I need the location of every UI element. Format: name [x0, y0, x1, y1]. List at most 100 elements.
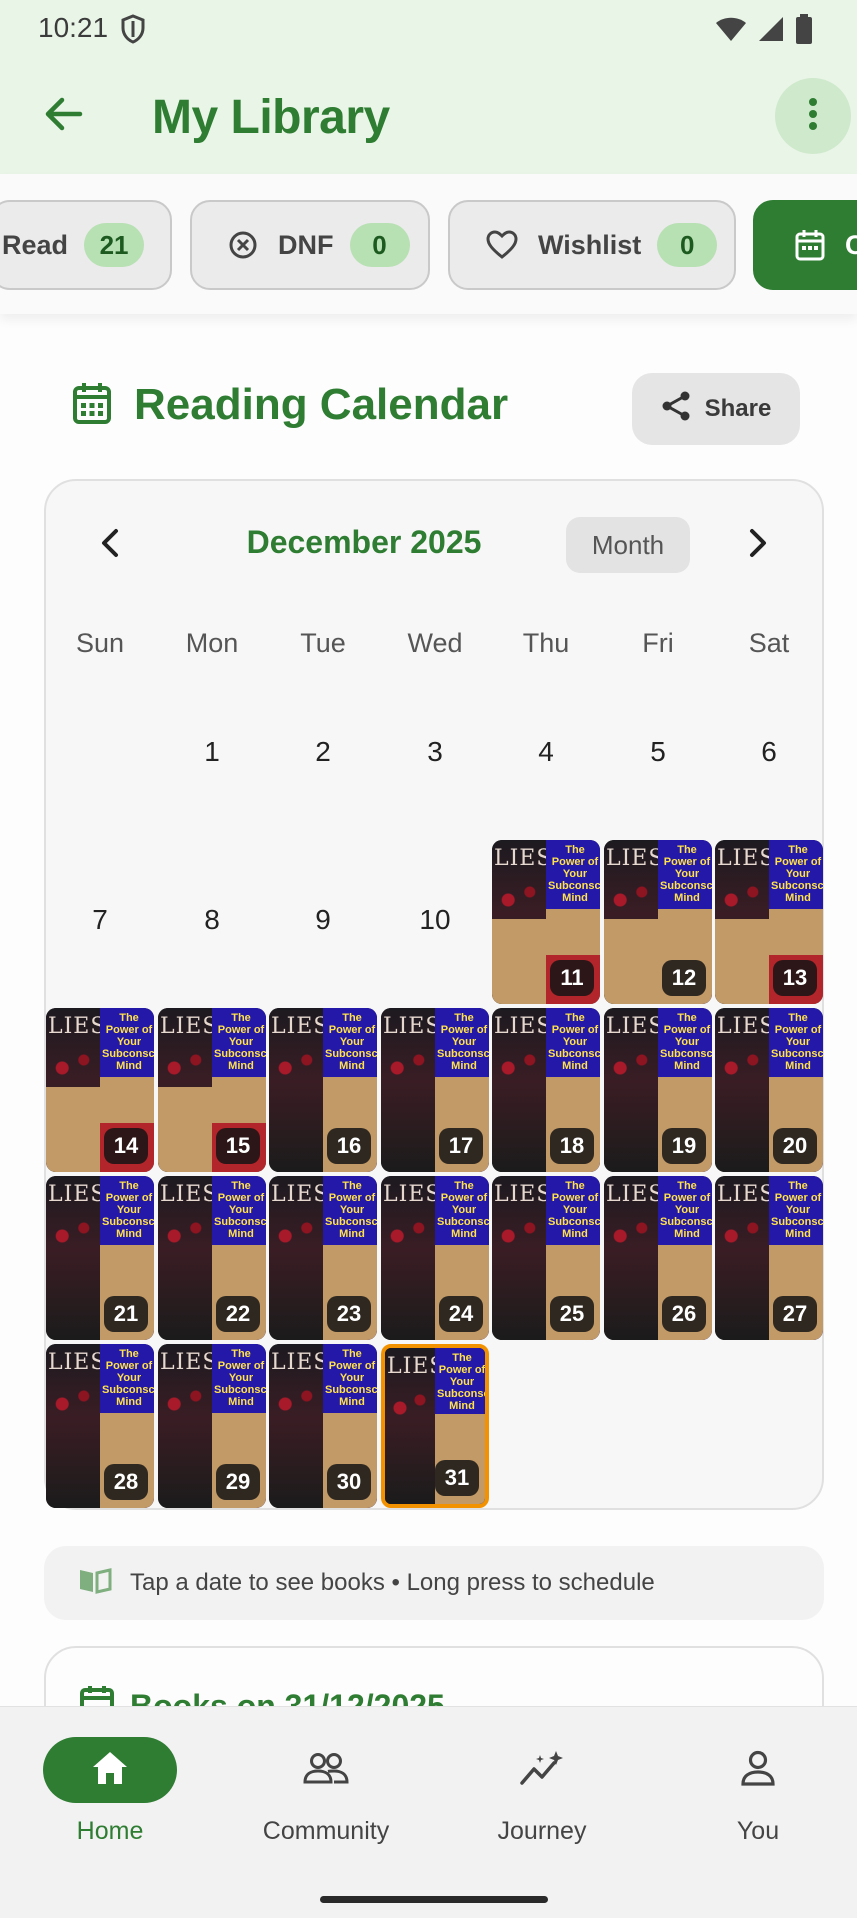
calendar-day-20[interactable]: LIESThe Power of Your Subconscious Mind 2… — [715, 1008, 823, 1172]
cover-title: The Power of Your Subconscious Mind — [437, 1352, 489, 1412]
cover-art — [269, 1384, 323, 1424]
calendar-day-27[interactable]: LIESThe Power of Your Subconscious Mind 2… — [715, 1176, 823, 1340]
day-number-badge: 16 — [327, 1128, 371, 1164]
calendar-day-5[interactable]: 5 — [604, 672, 712, 836]
calendar-day-31[interactable]: LIESThe Power of Your Subconscious Mind 3… — [381, 1344, 489, 1508]
nav-pill — [259, 1737, 393, 1803]
nav-pill — [43, 1737, 177, 1803]
home-icon — [90, 1749, 130, 1792]
next-month-button[interactable] — [738, 520, 778, 570]
wifi-icon — [715, 15, 747, 48]
calendar-day-19[interactable]: LIESThe Power of Your Subconscious Mind 1… — [604, 1008, 712, 1172]
calendar-day-24[interactable]: LIESThe Power of Your Subconscious Mind 2… — [381, 1176, 489, 1340]
cover-title: The Power of Your Subconscious Mind — [325, 1180, 377, 1240]
calendar-day-29[interactable]: LIESThe Power of Your Subconscious Mind 2… — [158, 1344, 266, 1508]
weekday-label: Mon — [185, 628, 239, 658]
calendar-day-6[interactable]: 6 — [715, 672, 823, 836]
day-number-badge: 26 — [662, 1296, 706, 1332]
back-button[interactable] — [38, 90, 90, 142]
person-icon — [739, 1749, 777, 1792]
calendar-day-26[interactable]: LIESThe Power of Your Subconscious Mind 2… — [604, 1176, 712, 1340]
share-button[interactable]: Share — [632, 373, 800, 445]
cover-title: LIES — [271, 1014, 330, 1039]
calendar-day-1[interactable]: 1 — [158, 672, 266, 836]
share-label: Share — [704, 395, 772, 422]
calendar-day-14[interactable]: LIESThe Power of Your Subconscious Mind 1… — [46, 1008, 154, 1172]
day-number-badge: 19 — [662, 1128, 706, 1164]
hint-text: Tap a date to see books • Long press to … — [130, 1569, 655, 1596]
cover-title: The Power of Your Subconscious Mind — [771, 1180, 823, 1240]
cover-title: The Power of Your Subconscious Mind — [548, 844, 600, 904]
previous-month-button[interactable] — [90, 520, 130, 570]
cover-title: The Power of Your Subconscious Mind — [325, 1012, 377, 1072]
cover-art — [715, 1216, 769, 1256]
nav-label: Journey — [497, 1817, 587, 1845]
calendar-day-15[interactable]: LIESThe Power of Your Subconscious Mind 1… — [158, 1008, 266, 1172]
day-number: 8 — [204, 904, 220, 935]
cover-art — [158, 1216, 212, 1256]
nav-label: Home — [76, 1817, 144, 1845]
nav-community[interactable]: Community — [236, 1737, 416, 1846]
status-time: 10:21 — [38, 12, 109, 43]
day-number: 1 — [204, 736, 220, 767]
filter-chip-calendar[interactable]: C — [753, 200, 857, 290]
nav-journey[interactable]: Journey — [452, 1737, 632, 1846]
share-icon — [661, 390, 691, 429]
filter-chip-row: Read 21 DNF 0 Wishlist 0 C — [0, 174, 857, 314]
cover-title: The Power of Your Subconscious Mind — [660, 1012, 712, 1072]
calendar-day-12[interactable]: LIESThe Power of Your Subconscious Mind 1… — [604, 840, 712, 1004]
calendar-day-21[interactable]: LIESThe Power of Your Subconscious Mind 2… — [46, 1176, 154, 1340]
calendar-day-3[interactable]: 3 — [381, 672, 489, 836]
filter-chip-dnf[interactable]: DNF 0 — [190, 200, 430, 290]
cover-title: The Power of Your Subconscious Mind — [102, 1180, 154, 1240]
day-number-badge: 24 — [439, 1296, 483, 1332]
nav-home[interactable]: Home — [20, 1737, 200, 1846]
cover-art — [492, 918, 546, 1004]
calendar-day-2[interactable]: 2 — [269, 672, 377, 836]
calendar-day-7[interactable]: 7 — [46, 840, 154, 1004]
view-mode-toggle[interactable]: Month — [566, 517, 690, 573]
calendar-day-11[interactable]: LIESThe Power of Your Subconscious Mind 1… — [492, 840, 600, 1004]
calendar-day-16[interactable]: LIESThe Power of Your Subconscious Mind 1… — [269, 1008, 377, 1172]
calendar-day-28[interactable]: LIESThe Power of Your Subconscious Mind 2… — [46, 1344, 154, 1508]
home-indicator[interactable] — [320, 1896, 548, 1903]
chip-label: C — [845, 229, 857, 260]
cover-title: The Power of Your Subconscious Mind — [437, 1012, 489, 1072]
cover-title: The Power of Your Subconscious Mind — [325, 1348, 377, 1408]
filter-chip-read[interactable]: Read 21 — [0, 200, 172, 290]
calendar-day-25[interactable]: LIESThe Power of Your Subconscious Mind 2… — [492, 1176, 600, 1340]
calendar-day-30[interactable]: LIESThe Power of Your Subconscious Mind 3… — [269, 1344, 377, 1508]
calendar-day-23[interactable]: LIESThe Power of Your Subconscious Mind 2… — [269, 1176, 377, 1340]
calendar-day-17[interactable]: LIESThe Power of Your Subconscious Mind 1… — [381, 1008, 489, 1172]
day-number-badge: 14 — [104, 1128, 148, 1164]
weekday-label: Sun — [75, 628, 125, 658]
signal-icon — [757, 15, 785, 48]
calendar-day-9[interactable]: 9 — [269, 840, 377, 1004]
cover-art — [604, 1048, 658, 1088]
calendar-day-10[interactable]: 10 — [381, 840, 489, 1004]
cover-art — [158, 1086, 212, 1172]
calendar-day-22[interactable]: LIESThe Power of Your Subconscious Mind 2… — [158, 1176, 266, 1340]
day-number-badge: 20 — [773, 1128, 817, 1164]
filter-chip-wishlist[interactable]: Wishlist 0 — [448, 200, 736, 290]
more-options-button[interactable] — [775, 78, 851, 154]
cover-title: The Power of Your Subconscious Mind — [102, 1012, 154, 1072]
calendar-day-13[interactable]: LIESThe Power of Your Subconscious Mind 1… — [715, 840, 823, 1004]
calendar-day-8[interactable]: 8 — [158, 840, 266, 1004]
calendar-day-4[interactable]: 4 — [492, 672, 600, 836]
day-number-badge: 31 — [435, 1460, 479, 1496]
book-cover-thumbnail: LIES — [269, 1344, 328, 1508]
nav-you[interactable]: You — [668, 1737, 848, 1846]
bottom-navigation: Home Community Journey You — [0, 1706, 857, 1918]
cover-title: LIES — [494, 846, 553, 871]
cover-art — [381, 1048, 435, 1088]
day-number: 3 — [427, 736, 443, 767]
cancel-circle-icon — [228, 230, 258, 260]
calendar-day-18[interactable]: LIESThe Power of Your Subconscious Mind 1… — [492, 1008, 600, 1172]
day-number: 9 — [315, 904, 331, 935]
book-cover-thumbnail: LIES — [604, 1176, 663, 1340]
book-cover-thumbnail: LIES — [381, 1176, 440, 1340]
shield-icon — [120, 14, 146, 49]
community-icon — [302, 1751, 350, 1790]
cover-title: LIES — [160, 1182, 219, 1207]
